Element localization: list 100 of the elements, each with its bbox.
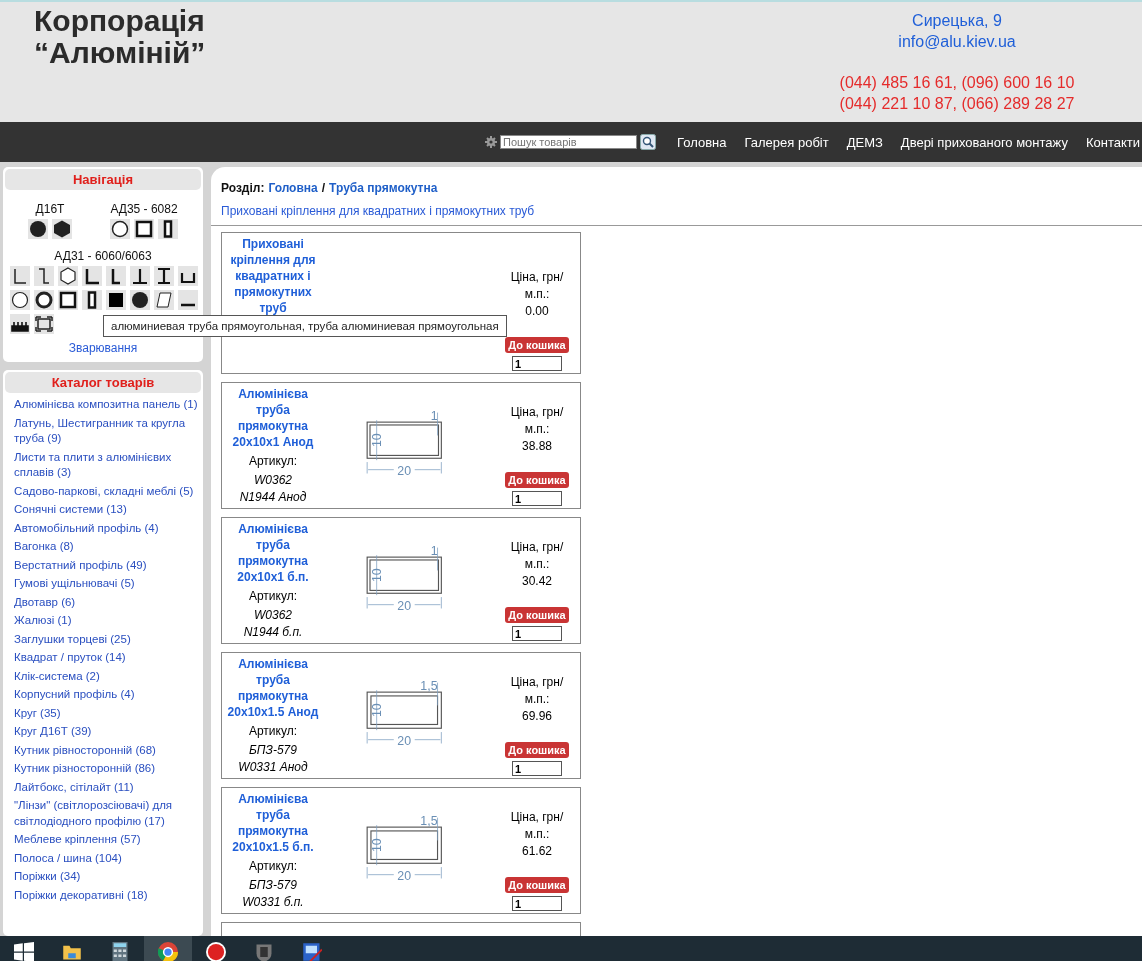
alloy-label: АД35 - 6082 — [110, 202, 178, 216]
category-link[interactable]: Меблеве кріплення (57) — [5, 832, 201, 851]
paint-app-icon[interactable] — [302, 941, 322, 961]
profile-circle-icon[interactable] — [28, 219, 48, 239]
category-link[interactable]: Жалюзі (1) — [5, 613, 201, 632]
quantity-field[interactable]: 1 — [512, 626, 562, 641]
alloy-label: АД31 - 6060/6063 — [53, 249, 153, 263]
profile-angle-thin-icon[interactable] — [10, 266, 30, 286]
product-title[interactable]: Алюмінієва труба прямокутна 20x10x1.5 Анод — [222, 656, 324, 720]
quantity-field[interactable]: 1 — [512, 356, 562, 371]
price-label: Ціна, грн/ м.п.: — [509, 674, 565, 708]
round-app-icon[interactable] — [206, 941, 226, 961]
profile-parallelogram-icon[interactable] — [154, 290, 174, 310]
nav-link[interactable]: Головна — [677, 134, 727, 150]
price-label: Ціна, грн/ м.п.: — [509, 809, 565, 843]
category-link[interactable]: Поріжки (34) — [5, 869, 201, 888]
quantity-field[interactable]: 1 — [512, 761, 562, 776]
sku-label: Артикул: — [247, 723, 299, 739]
profile-angle-icon[interactable] — [82, 266, 102, 286]
category-link[interactable]: Гумові ущільнювачі (5) — [5, 576, 201, 595]
price-value: 38.88 — [522, 438, 552, 455]
start-icon[interactable] — [14, 941, 34, 961]
profile-narrow-rect-icon[interactable] — [82, 290, 102, 310]
sku-label: Артикул: — [247, 453, 299, 469]
category-link[interactable]: Сонячні системи (13) — [5, 502, 201, 521]
profile-strip-icon[interactable] — [178, 290, 198, 310]
quantity-field[interactable]: 1 — [512, 896, 562, 911]
category-link[interactable]: Латунь, Шестигранник та кругла труба (9) — [5, 415, 201, 450]
category-link[interactable]: Круг Д16Т (39) — [5, 724, 201, 743]
profile-hexagon-outline-icon[interactable] — [58, 266, 78, 286]
tube-section-drawing: 1 20 10 — [361, 405, 457, 483]
profile-comb-icon[interactable] — [10, 314, 30, 334]
add-to-cart-button[interactable]: До кошика — [505, 877, 569, 893]
profile-i-beam-icon[interactable] — [154, 266, 174, 286]
add-to-cart-button[interactable]: До кошика — [505, 472, 569, 488]
profile-channel-icon[interactable] — [178, 266, 198, 286]
category-link[interactable]: Поріжки декоративні (18) — [5, 887, 201, 906]
category-link[interactable]: Клік-система (2) — [5, 668, 201, 687]
profile-square-icon[interactable] — [134, 219, 154, 239]
product-title[interactable]: Алюмінієва труба прямокутна 20x10x1 Анод — [222, 386, 324, 450]
taskbar-button[interactable] — [144, 936, 192, 961]
nav-link[interactable]: Двері прихованого монтажу — [900, 134, 1068, 150]
category-link[interactable]: Вагонка (8) — [5, 539, 201, 558]
profile-square-icon[interactable] — [58, 290, 78, 310]
product-title[interactable]: Алюмінієва труба прямокутна 20x10x1.5 б.п. — [222, 791, 324, 855]
category-link[interactable]: Корпусний профіль (4) — [5, 687, 201, 706]
browser-icon[interactable] — [158, 941, 178, 961]
nav-link[interactable]: ДЕМЗ — [846, 134, 883, 150]
product-title[interactable]: Приховані кріплення для квадратних і прямокутних труб — [222, 236, 324, 316]
search-icon[interactable] — [640, 134, 657, 150]
category-link[interactable]: Кутник різносторонній (86) — [5, 761, 201, 780]
profile-square-solid-icon[interactable] — [106, 290, 126, 310]
profile-ring-icon[interactable] — [34, 290, 54, 310]
profile-hexagon-icon[interactable] — [52, 219, 72, 239]
add-to-cart-button[interactable]: До кошика — [505, 607, 569, 623]
category-link[interactable]: "Лінзи" (світлорозсіювачі) для світлодіодного профілю (17) — [5, 798, 201, 832]
profile-frame-icon[interactable] — [34, 314, 54, 334]
profile-z-angle-icon[interactable] — [34, 266, 54, 286]
welding-link[interactable]: Зварювання — [68, 341, 138, 355]
profile-narrow-rect-icon[interactable] — [158, 219, 178, 239]
subcategory-link[interactable]: Приховані кріплення для квадратних і прямокутних труб — [221, 204, 1142, 218]
category-link[interactable]: Садово-паркові, складні меблі (5) — [5, 483, 201, 502]
product-title[interactable]: Алюмінієва труба прямокутна 20x10x1 б.п. — [222, 521, 324, 585]
category-link[interactable]: Алюмінієва композитна панель (1) — [5, 397, 201, 416]
profile-t-profile-icon[interactable] — [130, 266, 150, 286]
panel-title: Навігація — [5, 169, 201, 190]
nav-link[interactable]: Галерея робіт — [744, 134, 829, 150]
price-value: 30.42 — [522, 573, 552, 590]
calculator-icon[interactable] — [110, 941, 130, 961]
add-to-cart-button[interactable]: До кошика — [505, 742, 569, 758]
search-field[interactable]: Пошук товарів — [500, 135, 638, 149]
add-to-cart-button[interactable]: До кошика — [505, 337, 569, 353]
category-link[interactable]: Листи та плити з алюмінієвих сплавів (3) — [5, 449, 201, 484]
profile-ring-thin-icon[interactable] — [110, 219, 130, 239]
category-link[interactable]: Полоса / шина (104) — [5, 850, 201, 869]
category-link[interactable]: Двотавр (6) — [5, 594, 201, 613]
quantity-field[interactable]: 1 — [512, 491, 562, 506]
category-link[interactable]: Квадрат / пруток (14) — [5, 650, 201, 669]
sku-code: БПЗ-579 — [248, 742, 298, 759]
category-link[interactable]: Лайтбокс, сітілайт (11) — [5, 779, 201, 798]
tube-section-drawing: 1,5 20 10 — [361, 810, 457, 888]
settings-icon[interactable] — [485, 136, 498, 148]
category-link[interactable]: Круг (35) — [5, 705, 201, 724]
sku-code: БПЗ-579 — [248, 877, 298, 894]
profile-circle-icon[interactable] — [130, 290, 150, 310]
profile-ring-thin-icon[interactable] — [10, 290, 30, 310]
breadcrumb-link[interactable]: Головна — [268, 181, 318, 195]
breadcrumb-link[interactable]: Труба прямокутна — [329, 181, 438, 195]
panel-title: Каталог товарів — [5, 372, 201, 393]
nav-link[interactable]: Контакти — [1085, 134, 1140, 150]
profile-angle-narrow-icon[interactable] — [106, 266, 126, 286]
category-link[interactable]: Заглушки торцеві (25) — [5, 631, 201, 650]
breadcrumb-separator: / — [321, 181, 326, 195]
category-link[interactable]: Верстатний профіль (49) — [5, 557, 201, 576]
email-link[interactable]: info@alu.kiev.ua — [802, 31, 1112, 52]
sku-code: W0331 б.п. — [241, 894, 305, 911]
category-link[interactable]: Кутник рівносторонній (68) — [5, 742, 201, 761]
sku-label: Артикул: — [247, 588, 299, 604]
sku-code: W0362 — [253, 607, 293, 624]
category-link[interactable]: Автомобільний профіль (4) — [5, 520, 201, 539]
